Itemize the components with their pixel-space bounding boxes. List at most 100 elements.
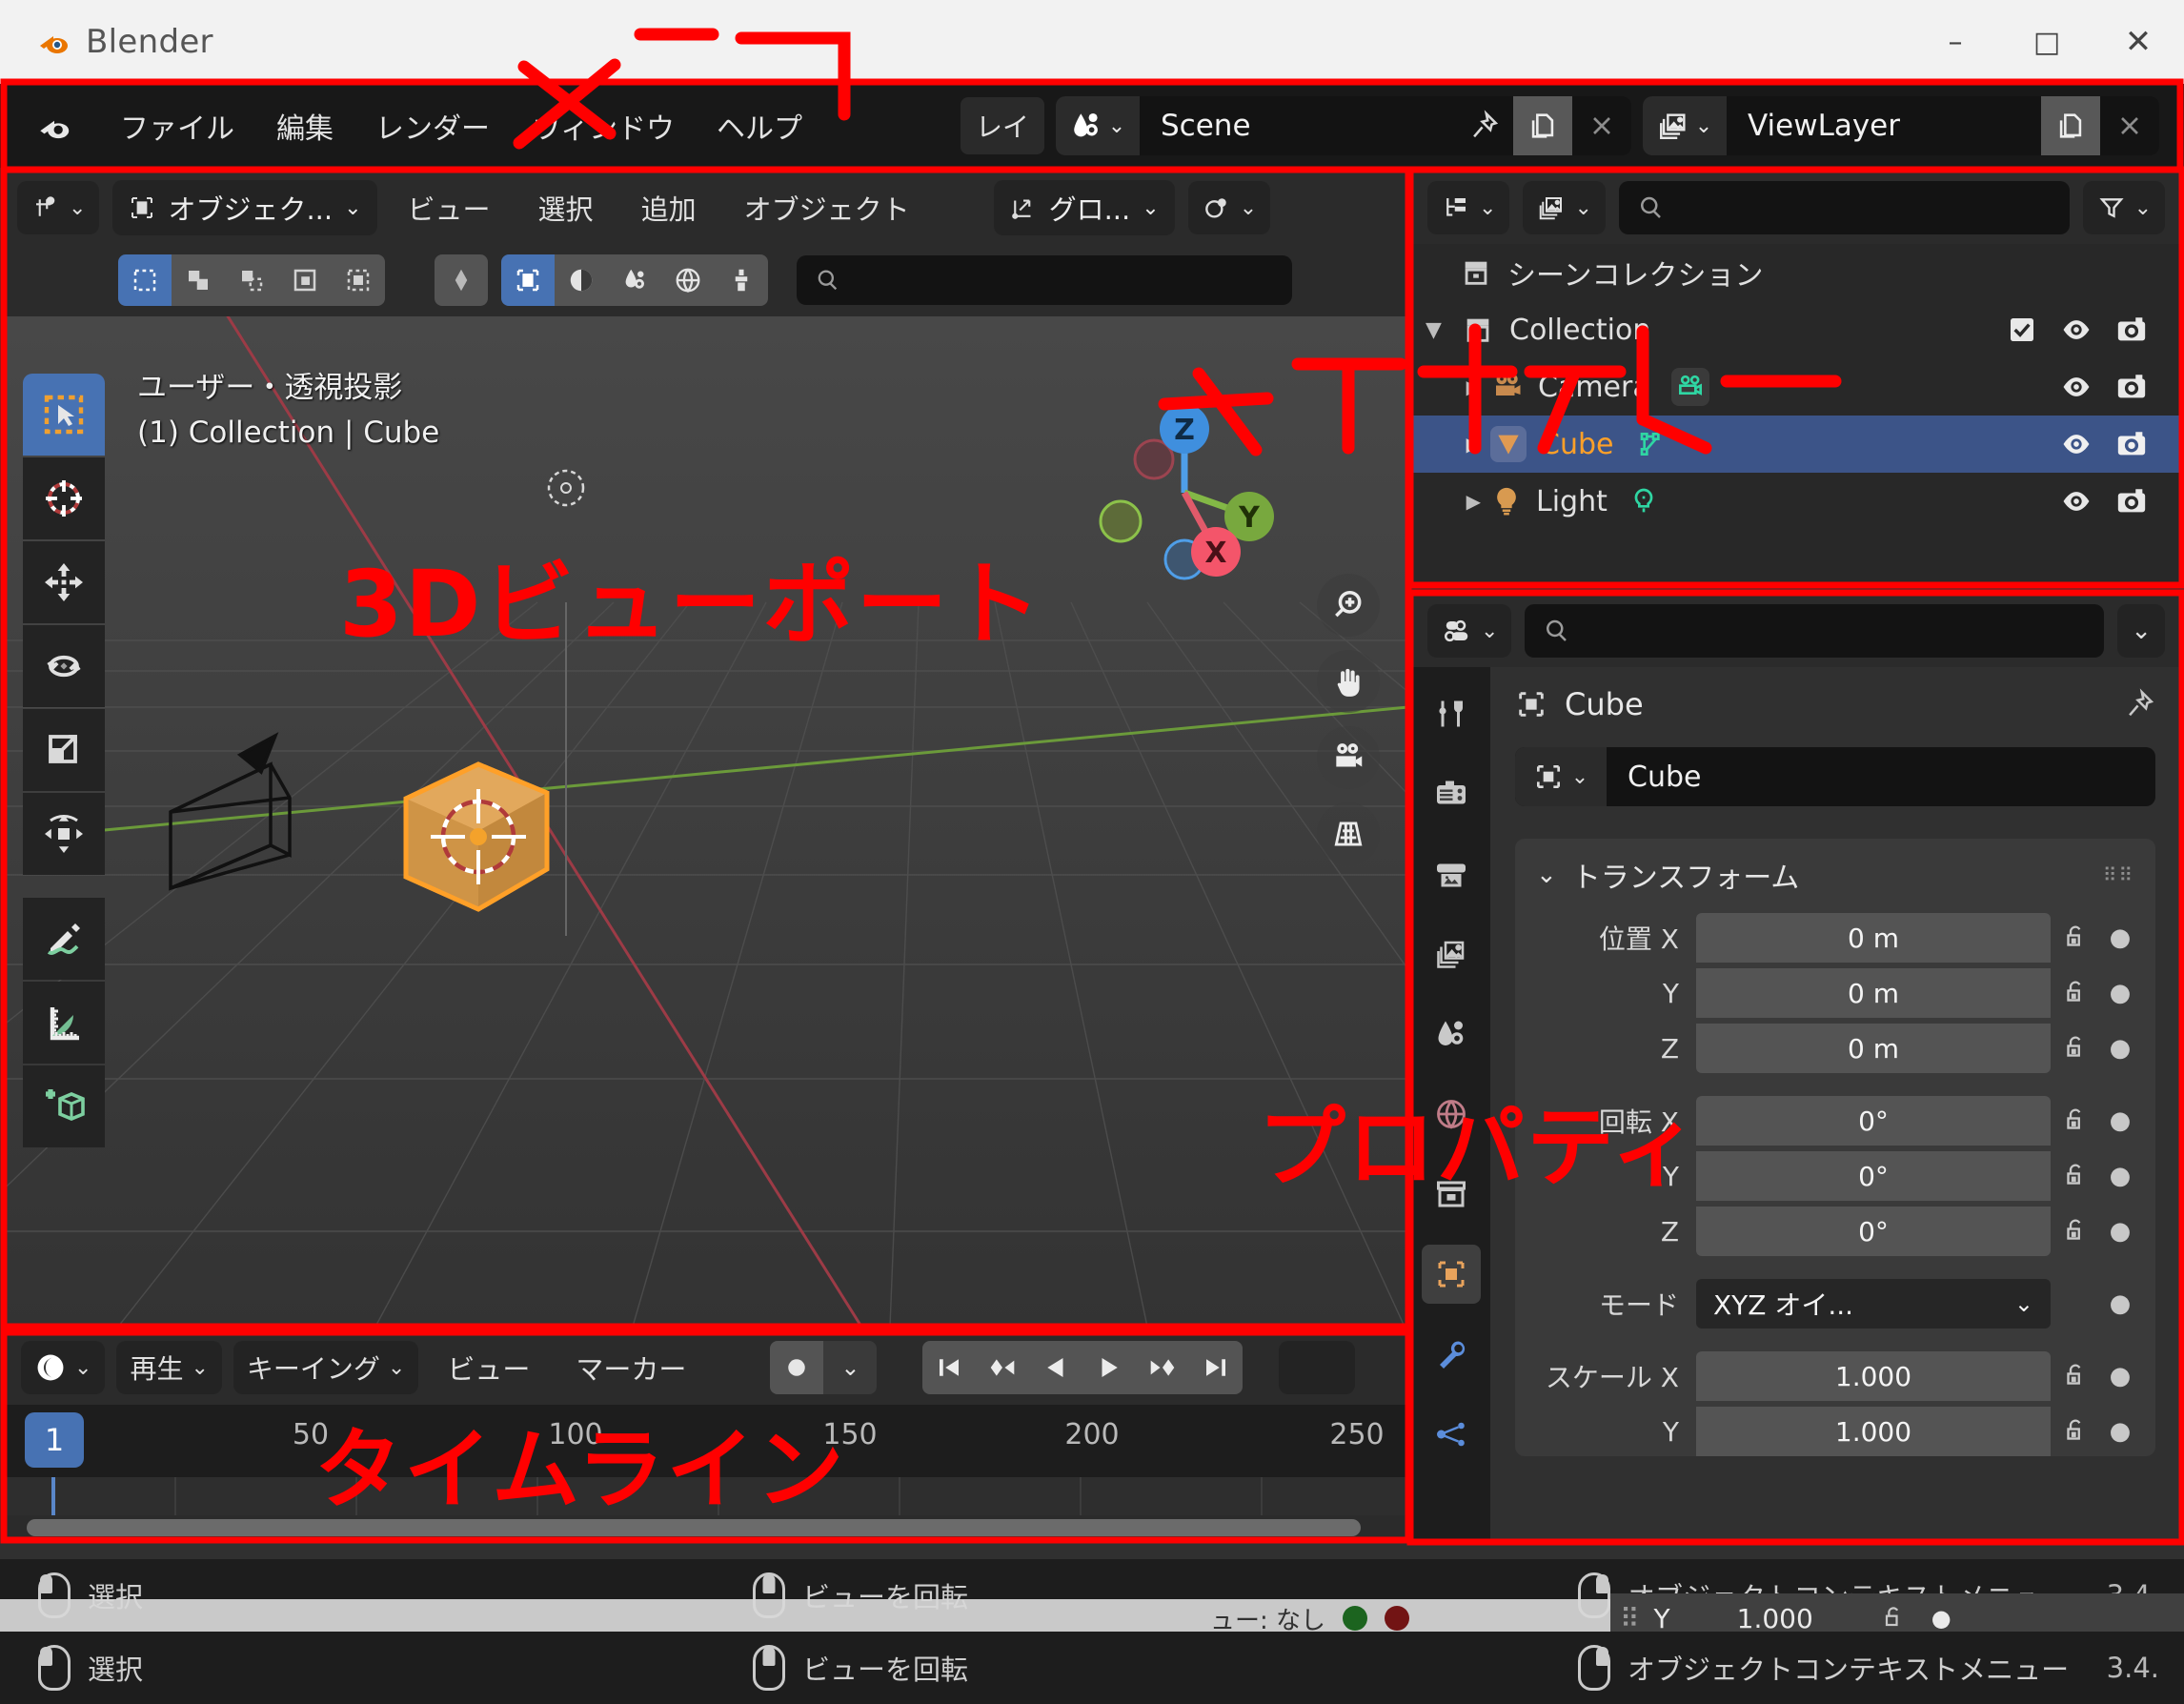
auto-keying-icon[interactable] [770, 1341, 824, 1394]
viewlayer-icon[interactable]: ⌄ [1643, 96, 1727, 155]
field-rotation-y[interactable]: Y 0° ● [1515, 1151, 2155, 1201]
select-box-icon[interactable] [118, 254, 172, 306]
workspace-tab-layout[interactable]: レイ [960, 97, 1044, 154]
play-button[interactable] [1082, 1341, 1137, 1394]
scene-name-field[interactable]: Scene [1140, 96, 1454, 155]
play-reverse-button[interactable] [1029, 1341, 1083, 1394]
menu-window[interactable]: ウィンドウ [511, 99, 696, 152]
select-difference-icon[interactable] [278, 254, 332, 306]
shading-rendered-icon[interactable] [608, 254, 661, 306]
next-keyframe-button[interactable] [1136, 1341, 1190, 1394]
field-value[interactable]: 0 m [1696, 913, 2051, 963]
shading-material-icon[interactable] [555, 254, 608, 306]
timeline-frame-field[interactable] [1279, 1341, 1356, 1394]
select-extend-icon[interactable] [172, 254, 225, 306]
shading-solid-icon[interactable] [501, 254, 555, 306]
outliner-row-collection[interactable]: ▼ Collection [1412, 301, 2180, 358]
animate-dot-icon[interactable]: ● [2100, 1034, 2140, 1063]
lock-icon[interactable] [2051, 979, 2100, 1007]
playhead[interactable]: 1 [25, 1412, 84, 1468]
timeline-editor[interactable]: ⌄ 再生 ⌄ キーイング ⌄ ビュー マーカー ⌄ 50 100 150 200… [4, 1330, 1408, 1540]
viewport-3d[interactable]: ⌄ オブジェク... ⌄ ビュー 選択 追加 オブジェクト グロ... ⌄ ⌄ … [4, 172, 1408, 1327]
lock-icon[interactable] [2051, 1106, 2100, 1135]
outliner-display-mode-icon[interactable]: ⌄ [1427, 181, 1510, 234]
mesh-data-icon[interactable] [1634, 429, 1665, 459]
minimize-button[interactable]: – [1910, 0, 2001, 84]
animate-dot-icon[interactable]: ● [2100, 1106, 2140, 1135]
tab-world[interactable] [1422, 1085, 1481, 1144]
auto-keying-dropdown-icon[interactable]: ⌄ [823, 1341, 878, 1394]
outliner-row-camera[interactable]: ▶ Camera [1412, 358, 2180, 416]
lock-icon[interactable] [2051, 1034, 2100, 1063]
pin-icon[interactable] [2123, 688, 2155, 720]
pin-icon[interactable] [1454, 96, 1513, 155]
lock-icon[interactable] [2051, 1417, 2100, 1446]
field-value[interactable]: 0 m [1696, 1024, 2051, 1073]
outliner-search-input[interactable] [1618, 181, 2070, 234]
camera-render-icon[interactable] [2115, 314, 2148, 346]
animate-dot-icon[interactable]: ● [2100, 979, 2140, 1007]
cursor-tool-icon[interactable] [23, 457, 105, 539]
chevron-down-icon[interactable]: ⌄ [1536, 861, 1557, 889]
outliner-expand-camera[interactable]: ▶ [1426, 375, 1490, 398]
properties-editor-type-icon[interactable]: ⌄ [1427, 604, 1512, 658]
menu-file[interactable]: ファイル [99, 99, 255, 152]
field-value[interactable]: 0° [1696, 1096, 2051, 1146]
blender-menu-icon[interactable] [34, 106, 74, 146]
field-value[interactable]: 1.000 [1696, 1407, 2051, 1456]
jump-to-start-button[interactable] [922, 1341, 977, 1394]
tab-scene[interactable] [1422, 1004, 1481, 1064]
field-value[interactable]: 0° [1696, 1207, 2051, 1256]
field-rotation-z[interactable]: Z 0° ● [1515, 1207, 2155, 1256]
jump-to-end-button[interactable] [1189, 1341, 1244, 1394]
unlink-scene-icon[interactable] [1572, 96, 1631, 155]
viewport-menu-view[interactable]: ビュー [391, 184, 508, 232]
camera-render-icon[interactable] [2115, 428, 2148, 460]
timeline-horizontal-scrollbar[interactable] [4, 1515, 1408, 1540]
transform-orientation-dropdown[interactable]: グロ... ⌄ [993, 180, 1175, 235]
field-value[interactable]: 0° [1696, 1151, 2051, 1201]
field-location-z[interactable]: Z 0 m ● [1515, 1024, 2155, 1073]
timeline-ruler[interactable]: 50 100 150 200 250 1 [4, 1405, 1408, 1477]
viewport-nav-gizmo[interactable]: Z Y X [1094, 402, 1275, 583]
properties-options-icon[interactable]: ⌄ [2117, 604, 2165, 658]
eye-icon[interactable] [2060, 314, 2093, 346]
field-scale-y[interactable]: Y 1.000 ● [1515, 1407, 2155, 1456]
ortho-persp-icon[interactable] [1317, 802, 1380, 865]
lock-icon[interactable] [2051, 923, 2100, 952]
annotate-tool-icon[interactable] [23, 898, 105, 980]
field-value[interactable]: 0 m [1696, 968, 2051, 1018]
animate-dot-icon[interactable]: ● [2100, 1362, 2140, 1390]
eye-icon[interactable] [2060, 371, 2093, 403]
rotation-mode-dropdown[interactable]: XYZ オイ... ⌄ [1696, 1279, 2051, 1329]
tweak-select-tool-icon[interactable] [23, 374, 105, 456]
transform-panel-header[interactable]: ⌄ トランスフォーム ⠿⠿ [1515, 854, 2155, 913]
prev-keyframe-button[interactable] [976, 1341, 1030, 1394]
outliner-row-light[interactable]: ▶ Light [1412, 473, 2180, 530]
tab-particles[interactable] [1422, 1405, 1481, 1464]
timeline-scrollbar-thumb[interactable] [27, 1519, 1361, 1536]
viewport-menu-select[interactable]: 選択 [521, 184, 611, 232]
outliner-expand-collection[interactable]: ▼ [1426, 318, 1462, 342]
field-rotation-mode[interactable]: モード XYZ オイ... ⌄ ● [1515, 1279, 2155, 1329]
outliner-filter-id-icon[interactable]: ⌄ [1523, 181, 1606, 234]
animate-dot-icon[interactable]: ● [2100, 923, 2140, 952]
object-datablock-icon[interactable]: ⌄ [1515, 747, 1607, 806]
object-name-field[interactable]: ⌄ Cube [1515, 747, 2155, 806]
field-location-y[interactable]: Y 0 m ● [1515, 968, 2155, 1018]
close-button[interactable]: ✕ [2093, 0, 2184, 84]
checkbox-icon[interactable] [2007, 314, 2037, 345]
timeline-menu-playback[interactable]: 再生 ⌄ [116, 1341, 222, 1394]
timeline-menu-marker[interactable]: マーカー [558, 1344, 703, 1391]
animate-dot-icon[interactable]: ● [2100, 1162, 2140, 1190]
outliner-expand-light[interactable]: ▶ [1426, 490, 1490, 513]
pan-hand-icon[interactable] [1317, 650, 1380, 713]
add-cube-tool-icon[interactable] [23, 1065, 105, 1147]
tab-modifier[interactable] [1422, 1325, 1481, 1384]
properties-search-input[interactable] [1525, 604, 2105, 658]
outliner-editor[interactable]: ⌄ ⌄ ⌄ シーンコレクション ▼ Collection ▶ Camera ▶ … [1412, 172, 2180, 583]
tab-view-layer[interactable] [1422, 924, 1481, 984]
object-mode-dropdown[interactable]: オブジェク... ⌄ [112, 180, 377, 235]
viewport-canvas[interactable]: ユーザー・透視投影 (1) Collection | Cube Z Y X [4, 316, 1408, 1327]
tab-render[interactable] [1422, 764, 1481, 823]
